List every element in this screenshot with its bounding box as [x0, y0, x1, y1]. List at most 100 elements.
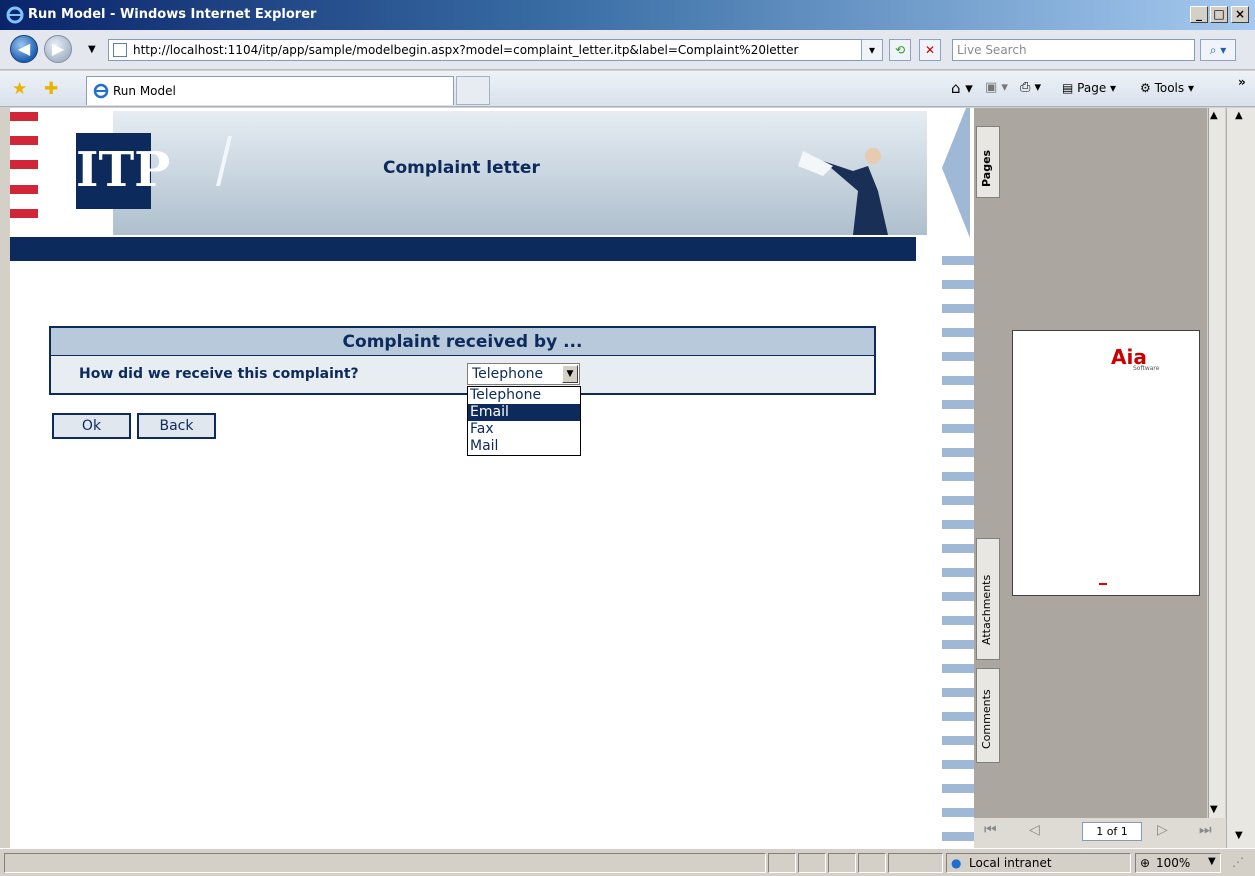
- next-page-icon[interactable]: ▷: [1157, 822, 1168, 838]
- prev-page-icon[interactable]: ◁: [1029, 822, 1040, 838]
- blue-stripe: [942, 664, 974, 673]
- favorites-star-icon[interactable]: ★: [12, 79, 27, 99]
- home-icon[interactable]: ⌂ ▾: [951, 79, 973, 97]
- address-input[interactable]: http://localhost:1104/itp/app/sample/mod…: [108, 39, 883, 61]
- collapse-arrow-icon[interactable]: [942, 108, 970, 238]
- red-stripe: [10, 209, 38, 218]
- blue-stripe: [942, 400, 974, 409]
- ok-button[interactable]: Ok: [52, 413, 131, 439]
- scroll-down-icon[interactable]: ▼: [1235, 830, 1243, 841]
- address-dropdown-icon[interactable]: ▾: [861, 39, 883, 61]
- blue-stripe: [942, 616, 974, 625]
- back-button[interactable]: Back: [137, 413, 216, 439]
- globe-icon: ●: [951, 856, 962, 870]
- zoom-icon: ⊕: [1140, 856, 1151, 870]
- status-seg: [888, 853, 943, 873]
- option-telephone[interactable]: Telephone: [468, 387, 580, 404]
- new-tab-button[interactable]: [456, 76, 490, 105]
- status-text: [4, 853, 766, 873]
- minimize-button[interactable]: _: [1190, 6, 1208, 23]
- blue-stripe: [942, 352, 974, 361]
- pdf-scroll-down-icon[interactable]: ▼: [1210, 804, 1218, 815]
- select-value: Telephone: [472, 366, 544, 382]
- chevron-down-icon[interactable]: ▼: [562, 365, 578, 383]
- blue-stripe: [942, 760, 974, 769]
- blue-stripe: [942, 544, 974, 553]
- status-seg: [768, 853, 796, 873]
- red-stripe: [10, 185, 38, 194]
- blue-stripe: [942, 640, 974, 649]
- pdf-scroll-up-icon[interactable]: ▲: [1210, 110, 1218, 121]
- tab-label: Run Model: [113, 84, 176, 98]
- blue-stripe: [942, 304, 974, 313]
- pdf-sidebar-tabs: Pages Attachments Comments: [974, 108, 1004, 848]
- pdf-page-thumbnail[interactable]: Aia Software: [1012, 330, 1200, 596]
- option-email[interactable]: Email: [468, 404, 580, 421]
- blue-stripe: [942, 376, 974, 385]
- search-icon[interactable]: ⌕ ▾: [1200, 39, 1236, 61]
- window-title-bar: Run Model - Windows Internet Explorer _ …: [0, 0, 1255, 30]
- scroll-up-icon[interactable]: ▲: [1235, 110, 1243, 121]
- blue-stripe: [942, 448, 974, 457]
- option-fax[interactable]: Fax: [468, 421, 580, 438]
- blue-stripe: [942, 688, 974, 697]
- chevron-more-icon[interactable]: »: [1238, 75, 1246, 89]
- zoom-label: 100%: [1156, 856, 1191, 870]
- maximize-button[interactable]: □: [1210, 6, 1228, 23]
- print-icon[interactable]: ⎙ ▾: [1020, 80, 1041, 95]
- option-mail[interactable]: Mail: [468, 438, 580, 455]
- ie-tab-icon: [93, 83, 109, 99]
- back-nav-button[interactable]: ◀: [10, 35, 38, 63]
- page-menu[interactable]: ▤ Page ▾: [1062, 81, 1116, 95]
- close-button[interactable]: ×: [1231, 6, 1249, 23]
- header-divider-bar: [10, 237, 916, 261]
- swoosh-illustration: [216, 136, 232, 186]
- first-page-icon[interactable]: ⏮: [984, 822, 997, 838]
- tab-toolbar: ★ ✚ Run Model ⌂ ▾ ▣ ▾ ⎙ ▾ ▤ Page ▾ ⚙ Too…: [0, 71, 1255, 107]
- figure-illustration: [798, 148, 888, 235]
- blue-stripe: [942, 568, 974, 577]
- tab-comments[interactable]: Comments: [976, 668, 1000, 763]
- last-page-icon[interactable]: ⏭: [1199, 822, 1212, 838]
- pdf-page-input[interactable]: 1 of 1: [1082, 822, 1142, 841]
- panel-title: Complaint received by ...: [51, 328, 874, 356]
- blue-stripe: [942, 424, 974, 433]
- tools-menu[interactable]: ⚙ Tools ▾: [1140, 81, 1194, 95]
- page-content: ITP Complaint letter Complaint received …: [10, 108, 942, 848]
- blue-stripe: [942, 280, 974, 289]
- receive-method-select[interactable]: Telephone ▼: [467, 363, 580, 385]
- receive-method-dropdown: Telephone Email Fax Mail: [467, 386, 581, 456]
- question-label: How did we receive this complaint?: [79, 366, 359, 382]
- resize-grip-icon[interactable]: ⋰: [1232, 855, 1244, 869]
- pdf-scrollbar[interactable]: ▲ ▼: [1208, 108, 1225, 820]
- banner-title: Complaint letter: [383, 158, 540, 178]
- tab-attachments[interactable]: Attachments: [976, 538, 1000, 660]
- blue-stripe: [942, 592, 974, 601]
- forward-nav-button[interactable]: ▶: [44, 35, 72, 63]
- history-dropdown-icon[interactable]: ▼: [88, 44, 96, 55]
- blue-stripe: [942, 472, 974, 481]
- refresh-icon[interactable]: ⟲: [889, 39, 911, 61]
- blue-stripe: [942, 808, 974, 817]
- add-favorite-icon[interactable]: ✚: [44, 79, 58, 99]
- status-seg: [798, 853, 826, 873]
- main-scrollbar[interactable]: ▲ ▼: [1226, 108, 1255, 848]
- zoom-control[interactable]: ⊕ 100% ▼: [1135, 853, 1221, 873]
- chevron-down-icon: ▼: [1208, 856, 1216, 867]
- blue-stripe: [942, 736, 974, 745]
- red-stripe: [10, 136, 38, 145]
- blue-stripe: [942, 256, 974, 265]
- blue-stripe: [942, 520, 974, 529]
- tab-pages[interactable]: Pages: [976, 126, 1000, 198]
- page-icon: [113, 43, 127, 57]
- search-input[interactable]: Live Search: [952, 39, 1195, 61]
- status-bar: ● Local intranet ⊕ 100% ▼ ⋰: [0, 848, 1255, 876]
- blue-stripe: [942, 712, 974, 721]
- tab-run-model[interactable]: Run Model: [86, 76, 454, 105]
- ie-logo-icon: [6, 6, 24, 24]
- feeds-icon[interactable]: ▣ ▾: [985, 80, 1008, 95]
- stop-icon[interactable]: ✕: [919, 39, 941, 61]
- itp-logo: ITP: [76, 133, 170, 209]
- blue-stripe: [942, 784, 974, 793]
- zone-label: Local intranet: [969, 856, 1052, 870]
